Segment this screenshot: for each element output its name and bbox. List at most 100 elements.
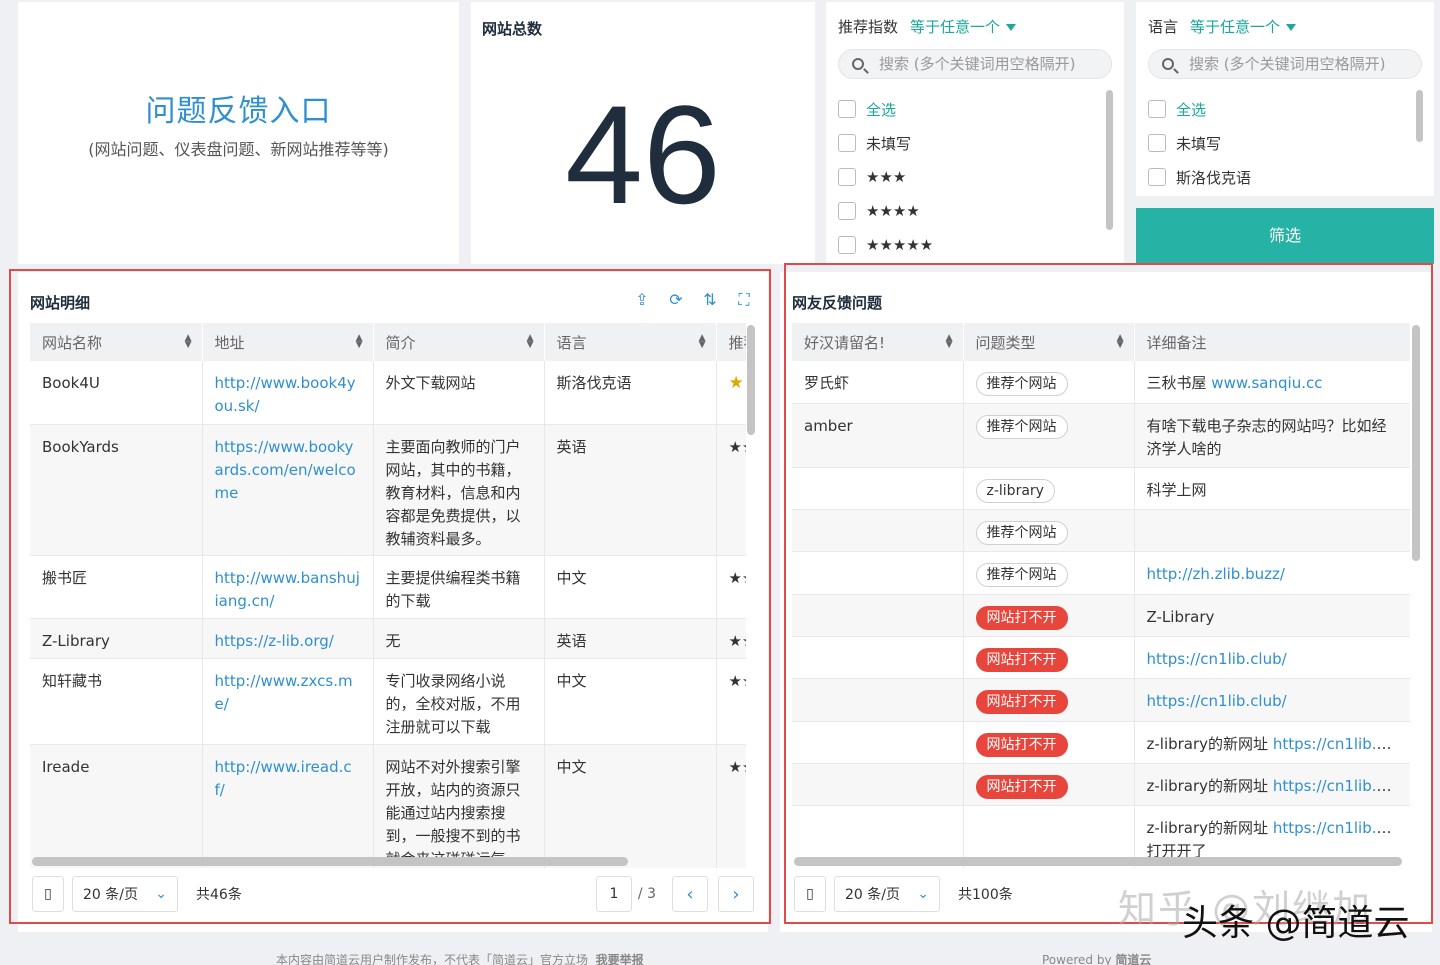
sort-icon[interactable]: ⇅ [700,290,720,310]
horizontal-scrollbar[interactable] [32,857,628,866]
column-header[interactable]: 网站名称 ▲ ▼ [30,323,203,361]
table-row[interactable]: 网站打不开 https://cn1lib.club/ [792,636,1410,679]
column-header[interactable]: 好汉请留名! ▲ ▼ [792,323,964,361]
brand-link[interactable]: 简道云 [1115,953,1151,965]
vertical-scrollbar[interactable] [1412,325,1420,561]
site-url[interactable]: https://z-lib.org/ [202,618,374,659]
checkbox[interactable] [838,100,856,118]
rating-option-all[interactable]: 全选 [838,92,933,126]
language-option-empty[interactable]: 未填写 [1148,126,1251,160]
site-url[interactable]: http://www.zxcs.me/ [202,658,374,745]
page-size-select[interactable]: 20 条/页 ⌄ [834,876,940,912]
feedback-type-tag: 推荐个网站 [975,520,1068,545]
table-row[interactable]: 搬书匠 http://www.banshujiang.cn/ 主要提供编程类书籍… [30,555,746,619]
sort-icon[interactable]: ▲ ▼ [356,334,363,350]
checkbox[interactable] [838,134,856,152]
language-search-input[interactable]: 搜索 (多个关键词用空格隔开) [1148,49,1422,79]
rating-options-scrollbar[interactable] [1106,90,1113,230]
table-row[interactable]: BookYards https://www.bookyards.com/en/w… [30,424,746,556]
table-header-row: 网站名称▲▼ 地址▲▼ 简介▲▼ 语言▲▼ 推荐 [30,323,746,361]
refresh-icon[interactable]: ⟳ [666,290,686,310]
table-row[interactable]: Ireade http://www.iread.cf/ 网站不对外搜索引擎开放，… [30,744,746,868]
checkbox[interactable] [1148,100,1166,118]
checkbox[interactable] [838,202,856,220]
feedback-link[interactable]: https://cn1lib.club/ [1273,735,1409,753]
table-row[interactable]: z-library 科学上网 [792,467,1410,510]
column-header[interactable]: 详细备注 [1134,323,1410,361]
language-option-slovak[interactable]: 斯洛伐克语 [1148,160,1251,194]
prev-page-button[interactable]: ‹ [672,876,708,912]
checkbox[interactable] [838,168,856,186]
rating-search-input[interactable]: 搜索 (多个关键词用空格隔开) [838,49,1112,79]
feedback-note-cell: Z-Library [1134,594,1410,637]
checkbox[interactable] [838,236,856,254]
site-url[interactable]: http://www.book4you.sk/ [202,361,374,425]
option-label: 全选 [1176,100,1207,119]
feedback-type-tag: 网站打不开 [975,732,1068,757]
table-row[interactable]: 推荐个网站 [792,509,1410,552]
column-header[interactable]: 问题类型 ▲ ▼ [963,323,1135,361]
checkbox[interactable] [1148,168,1166,186]
feedback-type-cell: 推荐个网站 [963,403,1135,468]
feedback-link[interactable]: https://cn1lib.club/ [1147,692,1287,710]
language-options-scrollbar[interactable] [1416,90,1423,142]
columns-icon[interactable]: ▯ [794,876,826,912]
feedback-type-cell: 网站打不开 [963,678,1135,722]
feedback-title[interactable]: 问题反馈入口 [18,86,459,130]
table-row[interactable]: amber 推荐个网站 有啥下载电子杂志的网站吗？比如经济学人啥的 [792,403,1410,468]
sort-icon[interactable]: ▲ ▼ [946,334,953,350]
table-row[interactable]: 罗氏虾 推荐个网站 三秋书屋 www.sanqiu.cc [792,361,1410,404]
sort-icon[interactable]: ▲ ▼ [527,334,534,350]
sort-icon[interactable]: ▲ ▼ [185,334,192,350]
report-link[interactable]: 我要举报 [596,953,644,965]
site-rating: ★★ [716,424,746,556]
page-number-input[interactable]: 1 [595,876,632,912]
column-header[interactable]: 推荐 [716,323,746,361]
rating-option-4[interactable]: ★★★★ [838,194,933,228]
table-row[interactable]: 推荐个网站 http://zh.zlib.buzz/ [792,551,1410,595]
feedback-subtitle: (网站问题、仪表盘问题、新网站推荐等等) [88,140,389,159]
site-lang: 英语 [544,618,717,659]
feedback-name [792,551,964,595]
language-filter-mode[interactable]: 等于任意一个 [1190,18,1280,36]
table-row[interactable]: 网站打不开 z-library的新网址 https://cn1lib.club/ [792,763,1410,806]
site-url[interactable]: https://www.bookyards.com/en/welcome [202,424,374,556]
table-row[interactable]: Book4U http://www.book4you.sk/ 外文下载网站 斯洛… [30,361,746,425]
horizontal-scrollbar[interactable] [794,857,1402,866]
language-option-all[interactable]: 全选 [1148,92,1251,126]
checkbox[interactable] [1148,134,1166,152]
table-row[interactable]: 网站打不开 Z-Library [792,594,1410,637]
rating-option-3[interactable]: ★★★ [838,160,933,194]
sort-icon[interactable]: ▲ ▼ [699,334,706,350]
caret-down-icon[interactable] [1286,24,1297,31]
column-header[interactable]: 地址 ▲ ▼ [202,323,374,361]
vertical-scrollbar[interactable] [747,325,755,435]
feedback-link[interactable]: https://cn1lib.club/ [1273,777,1409,795]
feedback-entry-card[interactable]: 问题反馈入口 (网站问题、仪表盘问题、新网站推荐等等) [18,2,459,264]
feedback-link[interactable]: https://cn1lib.club/ [1273,819,1398,837]
columns-icon[interactable]: ▯ [32,876,64,912]
total-sites-card: 网站总数 46 [471,2,815,264]
export-icon[interactable]: ⇪ [632,290,652,310]
next-page-button[interactable]: › [718,876,754,912]
fullscreen-icon[interactable]: ⛶ [734,290,754,310]
table-row[interactable]: 网站打不开 z-library的新网址 https://cn1lib.club/ [792,721,1410,764]
site-url[interactable]: http://www.banshujiang.cn/ [202,555,374,619]
site-url[interactable]: http://www.iread.cf/ [202,744,374,868]
rating-option-empty[interactable]: 未填写 [838,126,933,160]
column-header[interactable]: 语言 ▲ ▼ [544,323,717,361]
rating-filter-mode[interactable]: 等于任意一个 [910,18,1000,36]
table-row[interactable]: Z-Library https://z-lib.org/ 无 英语 ★★ [30,618,746,659]
table-row[interactable]: 网站打不开 https://cn1lib.club/ [792,678,1410,722]
feedback-note-cell: 有啥下载电子杂志的网站吗？比如经济学人啥的 [1134,403,1410,468]
rating-option-5[interactable]: ★★★★★ [838,228,933,262]
column-header[interactable]: 简介 ▲ ▼ [373,323,545,361]
caret-down-icon[interactable] [1006,24,1017,31]
table-row[interactable]: 知轩藏书 http://www.zxcs.me/ 专门收录网络小说的，全校对版，… [30,658,746,745]
feedback-link[interactable]: https://cn1lib.club/ [1147,650,1287,668]
feedback-link[interactable]: http://zh.zlib.buzz/ [1147,565,1285,583]
page-size-select[interactable]: 20 条/页 ⌄ [72,876,178,912]
feedback-link[interactable]: www.sanqiu.cc [1211,374,1322,392]
sort-icon[interactable]: ▲ ▼ [1117,334,1124,350]
filter-button[interactable]: 筛选 [1136,208,1434,264]
